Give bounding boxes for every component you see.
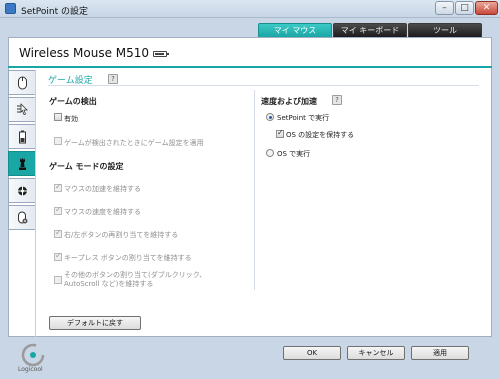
os-run-label: OS で実行 [277, 150, 311, 158]
keep-keypress-checkbox[interactable] [54, 251, 62, 261]
side-tab-bar [8, 70, 35, 235]
settings-icon [18, 186, 27, 196]
speed-title: 速度および加速 [261, 97, 317, 106]
pointer-icon [17, 103, 28, 116]
column-divider [254, 90, 255, 290]
keep-os-settings-label: OS の設定を保持する [286, 131, 355, 139]
restore-defaults-button[interactable]: デフォルトに戻す [49, 316, 141, 330]
side-tab-settings[interactable] [8, 178, 35, 203]
content-left-border [35, 70, 36, 337]
setpoint-app-icon [5, 3, 16, 14]
title-bar: SetPoint の設定 – □ ✕ [0, 0, 500, 18]
os-run-radio[interactable] [266, 149, 274, 157]
keep-button-swap-checkbox[interactable] [54, 228, 62, 238]
section-divider [48, 85, 479, 86]
keep-speed-checkbox[interactable] [54, 205, 62, 215]
speed-help-icon[interactable]: ? [332, 95, 342, 105]
tab-tools[interactable]: ツール [408, 23, 482, 37]
cancel-button[interactable]: キャンセル [347, 346, 405, 360]
minimize-button[interactable]: – [435, 1, 454, 15]
side-tab-battery[interactable] [8, 124, 35, 149]
side-tab-mouse-advanced[interactable] [8, 205, 35, 230]
close-button[interactable]: ✕ [475, 1, 498, 15]
keep-acceleration-checkbox[interactable] [54, 182, 62, 192]
battery-icon [153, 51, 169, 57]
tab-my-keyboard[interactable]: マイ キーボード [333, 23, 407, 37]
mouse-icon [18, 76, 27, 90]
device-name: Wireless Mouse M510 [19, 46, 150, 60]
chess-piece-icon [19, 158, 26, 170]
setpoint-run-radio[interactable] [266, 113, 274, 121]
window-title: SetPoint の設定 [21, 7, 88, 17]
keep-keypress-label: キープレス ボタンの割り当てを維持する [64, 254, 192, 262]
apply-game-settings-label: ゲームが検出されたときにゲーム設定を適用 [64, 139, 204, 147]
side-tab-pointer[interactable] [8, 97, 35, 122]
keep-speed-label: マウスの速度を維持する [64, 208, 141, 216]
keep-os-settings-checkbox[interactable] [276, 128, 284, 138]
mouse-gear-icon [18, 211, 28, 224]
game-detect-title: ゲームの検出 [49, 97, 97, 106]
apply-game-settings-checkbox[interactable] [54, 137, 62, 145]
keep-other-buttons-label: その他のボタンの割り当て(ダブルクリック、AutoScroll など)を維持する [64, 271, 207, 288]
ok-button[interactable]: OK [283, 346, 341, 360]
setpoint-run-label: SetPoint で実行 [277, 114, 330, 122]
side-tab-mouse[interactable] [8, 70, 35, 95]
keep-other-buttons-checkbox[interactable] [54, 276, 62, 284]
enable-label: 有効 [64, 115, 78, 123]
tab-my-mouse[interactable]: マイ マウス [258, 23, 332, 37]
apply-button[interactable]: 適用 [411, 346, 469, 360]
side-tab-game[interactable] [8, 151, 35, 176]
battery-status-icon [19, 130, 26, 144]
help-icon[interactable]: ? [108, 74, 118, 84]
accent-rule [8, 66, 492, 68]
logicool-logo-icon [21, 343, 45, 367]
keep-button-swap-label: 右/左ボタンの再割り当てを維持する [64, 231, 179, 239]
enable-checkbox[interactable] [54, 113, 62, 121]
game-mode-title: ゲーム モードの設定 [49, 162, 124, 171]
maximize-button[interactable]: □ [455, 1, 474, 15]
logo-text: Logicool [18, 366, 43, 373]
keep-acceleration-label: マウスの加速を維持する [64, 185, 141, 193]
